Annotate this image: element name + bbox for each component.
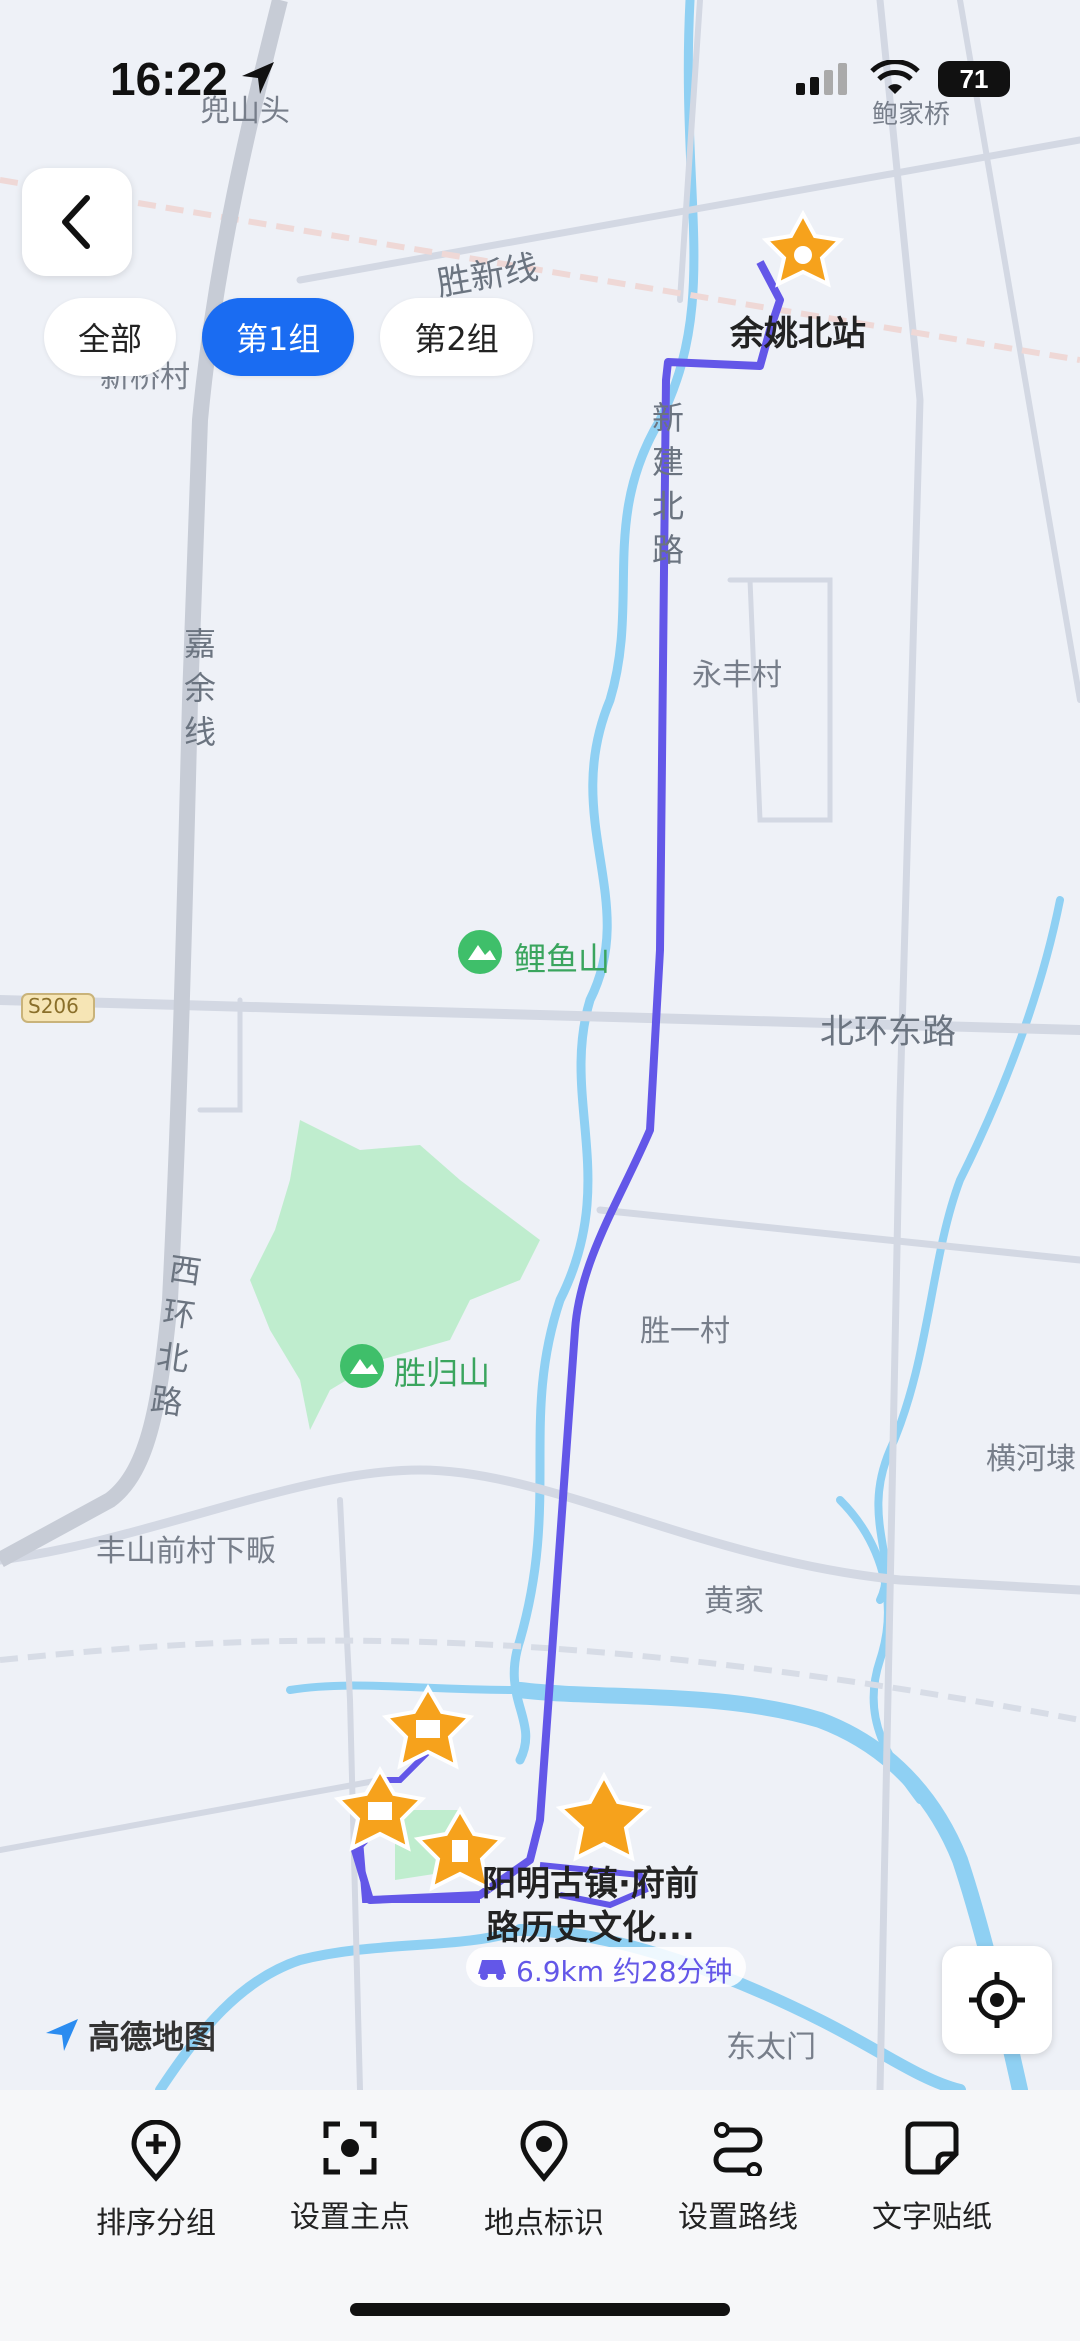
road-shield: S206 bbox=[28, 994, 79, 1018]
map-logo: 高德地图 bbox=[42, 2012, 216, 2058]
sticker-icon bbox=[905, 2121, 959, 2175]
status-bar: 16:22 71 bbox=[0, 40, 1080, 120]
poi-label[interactable]: 胜归山 bbox=[394, 1348, 490, 1394]
text-sticker-label: 文字贴纸 bbox=[872, 2200, 992, 2235]
tab-group-1[interactable]: 第1组 bbox=[202, 298, 355, 376]
battery-icon: 71 bbox=[938, 61, 1010, 97]
set-route-button[interactable]: 设置路线 bbox=[638, 2120, 838, 2236]
location-mark-label: 地点标识 bbox=[484, 2206, 604, 2241]
destination-line-1: 阳明古镇·府前 bbox=[482, 1864, 699, 1904]
set-route-label: 设置路线 bbox=[678, 2200, 798, 2235]
poi-label[interactable]: 鲤鱼山 bbox=[514, 934, 610, 980]
route-icon bbox=[713, 2122, 763, 2176]
add-pin-icon bbox=[131, 2120, 181, 2182]
set-main-point-label: 设置主点 bbox=[290, 2200, 410, 2235]
destination-label[interactable]: 阳明古镇·府前 路历史文化... bbox=[482, 1862, 699, 1950]
brand-name: 高德地图 bbox=[88, 2018, 217, 2056]
route-info: 6.9km 约28分钟 bbox=[516, 1955, 733, 1988]
brand-arrow-icon bbox=[46, 2019, 78, 2051]
group-tabs: 全部 第1组 第2组 bbox=[44, 298, 533, 376]
wifi-icon bbox=[870, 60, 920, 94]
place-label: 黄家 bbox=[704, 1584, 764, 1619]
start-label[interactable]: 余姚北站 bbox=[730, 306, 866, 355]
car-icon bbox=[478, 1960, 506, 1974]
road-label: 北环东路 bbox=[820, 1012, 956, 1052]
locate-button[interactable] bbox=[942, 1946, 1052, 2054]
road-label: 新建北路 bbox=[651, 399, 684, 569]
location-mark-button[interactable]: 地点标识 bbox=[444, 2120, 644, 2242]
location-pin-icon bbox=[520, 2120, 568, 2182]
status-time: 16:22 bbox=[110, 53, 228, 105]
text-sticker-button[interactable]: 文字贴纸 bbox=[832, 2120, 1032, 2236]
destination-line-2: 路历史文化... bbox=[486, 1908, 695, 1948]
home-indicator[interactable] bbox=[350, 2303, 730, 2316]
tab-all[interactable]: 全部 bbox=[44, 298, 177, 376]
set-main-point-button[interactable]: 设置主点 bbox=[250, 2120, 450, 2236]
place-label: 胜一村 bbox=[640, 1314, 730, 1349]
place-label: 丰山前村下畈 bbox=[96, 1534, 276, 1569]
focus-point-icon bbox=[323, 2121, 377, 2175]
road-label: 嘉余线 bbox=[183, 625, 216, 751]
sort-group-button[interactable]: 排序分组 bbox=[56, 2120, 256, 2242]
back-button[interactable] bbox=[22, 168, 132, 276]
crosshair-icon bbox=[969, 1972, 1025, 2028]
place-label: 东太门 bbox=[726, 2030, 816, 2065]
signal-icon bbox=[796, 63, 847, 95]
sort-group-label: 排序分组 bbox=[96, 2206, 216, 2241]
place-label: 横河埭 bbox=[986, 1442, 1076, 1477]
chevron-left-icon bbox=[62, 195, 90, 249]
bottom-toolbar: 排序分组 设置主点 地点标识 设置路线 文字贴纸 bbox=[0, 2090, 1080, 2341]
location-arrow-icon bbox=[242, 62, 274, 94]
place-label: 永丰村 bbox=[692, 658, 782, 693]
tab-group-2[interactable]: 第2组 bbox=[380, 298, 533, 376]
